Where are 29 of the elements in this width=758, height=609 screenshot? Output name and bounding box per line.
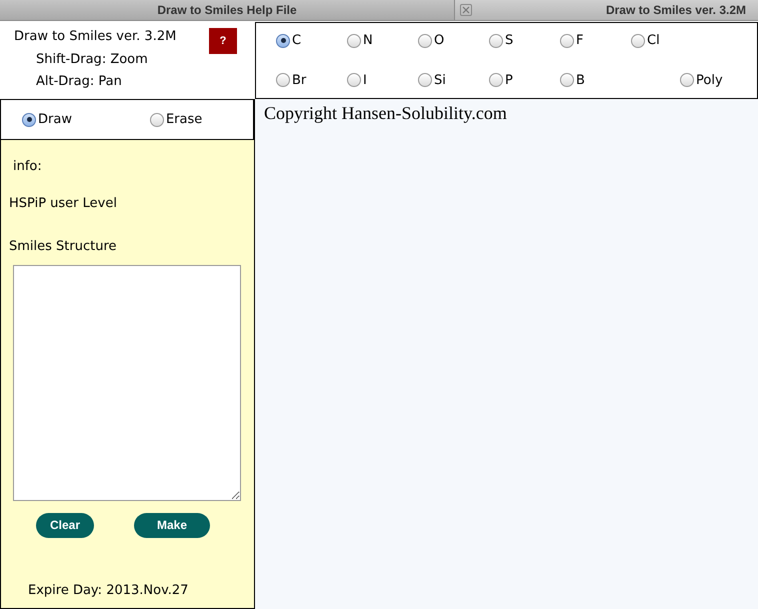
- radio-button[interactable]: N: [347, 31, 418, 50]
- radio-button[interactable]: Si: [418, 70, 489, 90]
- user-level-text: HSPiP user Level: [9, 194, 118, 212]
- info-label: info:: [13, 158, 43, 176]
- action-button[interactable]: Clear: [36, 512, 94, 538]
- radio-button[interactable]: S: [489, 31, 560, 50]
- radio-button[interactable]: Poly: [680, 70, 723, 90]
- copyright-text: Copyright Hansen-Solubility.com: [264, 103, 507, 123]
- radio-button[interactable]: F: [560, 31, 631, 50]
- radio-button[interactable]: Draw: [22, 110, 72, 130]
- action-button[interactable]: Make: [134, 512, 210, 538]
- radio-button[interactable]: Cl: [631, 31, 702, 50]
- radio-button[interactable]: O: [418, 31, 489, 50]
- hint-text: Alt-Drag: Pan: [35, 73, 123, 91]
- expire-text: Expire Day: 2013.Nov.27: [28, 582, 190, 600]
- drawing-canvas[interactable]: Copyright Hansen-Solubility.com: [255, 99, 758, 609]
- radio-button[interactable]: I: [347, 70, 418, 90]
- tab[interactable]: Draw to Smiles ver. 3.2M: [455, 0, 758, 20]
- radio-button[interactable]: Erase: [150, 110, 202, 130]
- app-title: Draw to Smiles ver. 3.2M: [14, 28, 176, 46]
- smiles-label: Smiles Structure: [9, 238, 118, 256]
- close-icon[interactable]: [460, 4, 472, 16]
- radio-button[interactable]: P: [489, 70, 560, 90]
- hint-text: Shift-Drag: Zoom: [35, 50, 149, 68]
- radio-button[interactable]: Br: [276, 70, 347, 90]
- radio-button[interactable]: C: [276, 31, 347, 50]
- tab[interactable]: Draw to Smiles Help File: [0, 0, 455, 20]
- radio-button[interactable]: B: [560, 70, 631, 90]
- help-button[interactable]: ?: [209, 28, 237, 54]
